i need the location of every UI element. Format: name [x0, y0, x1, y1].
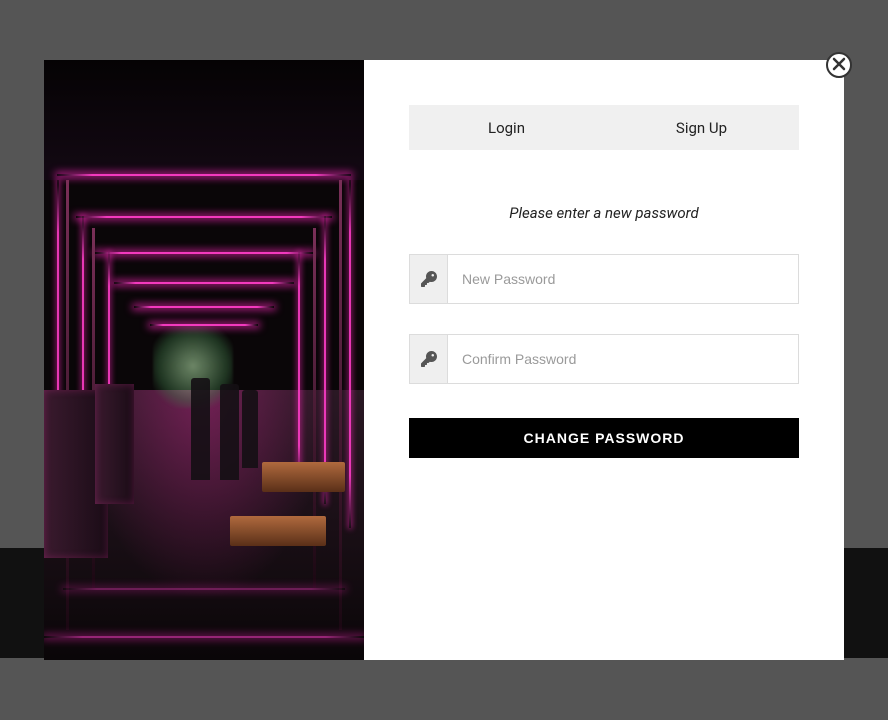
auth-tabs: Login Sign Up	[409, 105, 799, 150]
tab-signup-label: Sign Up	[676, 119, 727, 137]
confirm-password-input[interactable]	[448, 335, 798, 383]
tab-signup[interactable]: Sign Up	[604, 105, 799, 150]
modal-form-panel: Login Sign Up Please enter a new passwor…	[364, 60, 844, 660]
confirm-password-field	[409, 334, 799, 384]
key-icon	[410, 255, 448, 303]
close-icon	[832, 56, 846, 75]
modal-overlay: Login Sign Up Please enter a new passwor…	[0, 0, 888, 720]
tab-login-label: Login	[488, 119, 525, 137]
prompt-text: Please enter a new password	[409, 204, 799, 222]
tab-login[interactable]: Login	[409, 105, 604, 150]
modal-image-panel	[44, 60, 364, 660]
store-illustration	[44, 60, 364, 660]
auth-modal: Login Sign Up Please enter a new passwor…	[44, 60, 844, 660]
new-password-field	[409, 254, 799, 304]
key-icon	[410, 335, 448, 383]
change-password-button[interactable]: CHANGE PASSWORD	[409, 418, 799, 458]
new-password-input[interactable]	[448, 255, 798, 303]
change-password-label: CHANGE PASSWORD	[524, 430, 685, 446]
close-button[interactable]	[826, 52, 852, 78]
